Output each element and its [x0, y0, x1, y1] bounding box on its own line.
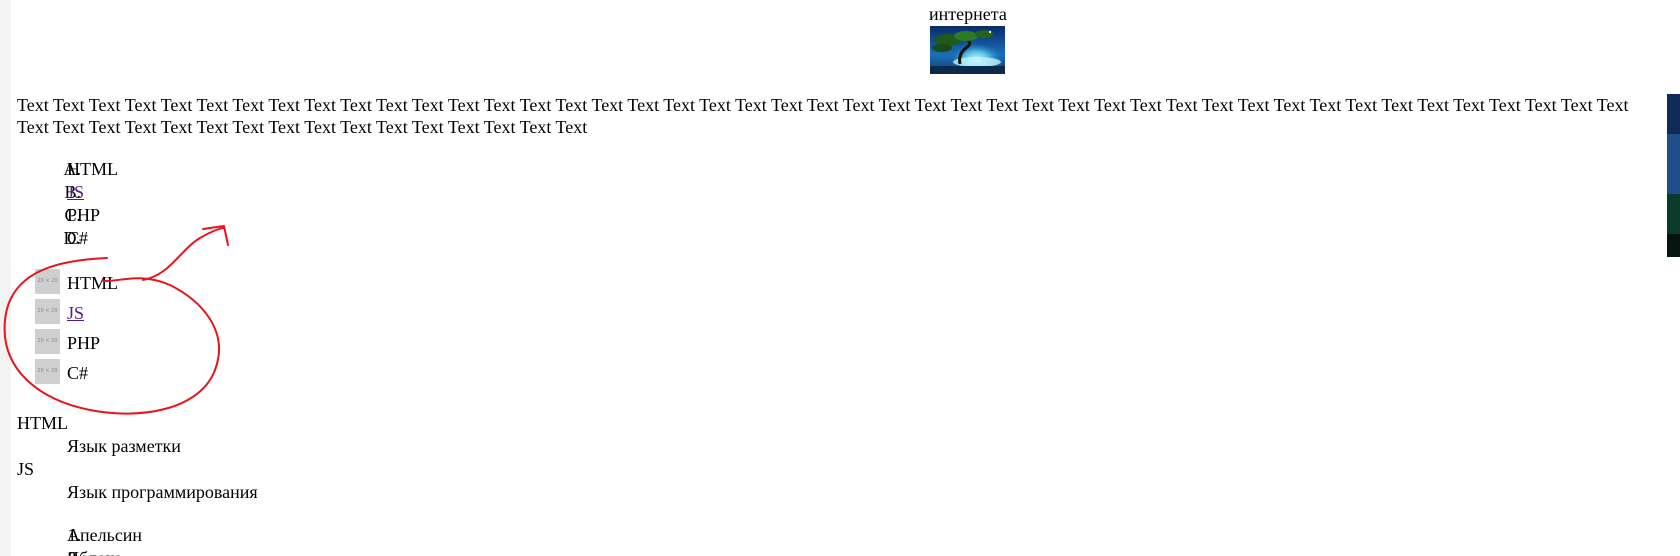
definition-term: JS — [17, 459, 35, 479]
annotation-arrow — [142, 227, 225, 281]
definition-term: HTML — [17, 413, 68, 433]
bonsai-tree-image — [930, 26, 1005, 74]
list-item-label: Апельсин — [67, 525, 143, 545]
image-caption: интернета — [929, 4, 1007, 24]
placeholder-bullet-icon: 20 × 20 — [35, 299, 60, 324]
left-scroll-gutter — [0, 0, 11, 556]
list-item-label: C# — [67, 363, 89, 383]
placeholder-bullet-icon: 20 × 20 — [35, 359, 60, 384]
list-item-label: HTML — [67, 273, 118, 293]
placeholder-bullet-icon: 20 × 20 — [35, 329, 60, 354]
list-item-label: PHP — [67, 205, 101, 225]
list-item-label: HTML — [67, 159, 118, 179]
placeholder-bullet-icon: 20 × 20 — [35, 269, 60, 294]
list-item-label: Яблоко — [67, 547, 123, 556]
js-link[interactable]: JS — [67, 181, 84, 204]
js-link[interactable]: JS — [67, 301, 84, 325]
list-item-label: C# — [67, 228, 89, 248]
night-landscape-image — [1667, 94, 1680, 257]
annotation-arrowhead — [202, 225, 229, 246]
definition-description: Язык программирования — [67, 482, 258, 502]
definition-description: Язык разметки — [67, 436, 181, 456]
list-item-label: PHP — [67, 333, 101, 353]
text-paragraph: Text Text Text Text Text Text Text Text … — [17, 95, 1629, 137]
definition-list: HTML Язык разметки JS Язык программирова… — [17, 412, 258, 504]
